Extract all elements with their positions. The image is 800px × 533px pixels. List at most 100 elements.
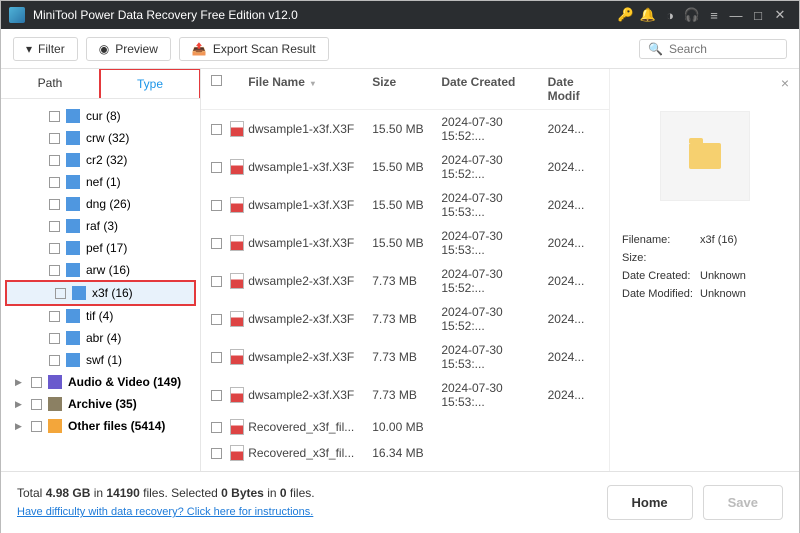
file-date-created: 2024-07-30 15:52:... <box>441 115 547 143</box>
menu-icon[interactable]: ≡ <box>703 8 725 23</box>
file-row[interactable]: dwsample2-x3f.X3F7.73 MB2024-07-30 15:53… <box>201 338 609 376</box>
key-icon[interactable]: 🔑 <box>615 7 637 23</box>
export-button[interactable]: 📤Export Scan Result <box>179 37 329 61</box>
detail-modified: Unknown <box>700 288 746 300</box>
item-checkbox[interactable] <box>49 265 60 276</box>
sidebar-item-nef[interactable]: nef (1) <box>1 171 200 193</box>
row-checkbox[interactable] <box>211 124 222 135</box>
filter-button[interactable]: ▾ Filter <box>13 37 78 61</box>
file-row[interactable]: Recovered_x3f_fil...15.50 MB <box>201 466 609 471</box>
item-checkbox[interactable] <box>49 177 60 188</box>
save-button[interactable]: Save <box>703 485 783 520</box>
row-checkbox[interactable] <box>211 314 222 325</box>
item-checkbox[interactable] <box>49 155 60 166</box>
file-size: 7.73 MB <box>372 274 441 288</box>
filter-icon: ▾ <box>26 42 32 56</box>
column-date-modified[interactable]: Date Modif <box>548 75 599 103</box>
item-checkbox[interactable] <box>49 111 60 122</box>
chevron-right-icon[interactable]: ▶ <box>15 421 25 432</box>
row-checkbox[interactable] <box>211 162 222 173</box>
headset-icon[interactable]: 🎧 <box>681 7 703 23</box>
file-row[interactable]: Recovered_x3f_fil...10.00 MB <box>201 414 609 440</box>
file-date-modified: 2024... <box>548 312 599 326</box>
sidebar-item-cur[interactable]: cur (8) <box>1 105 200 127</box>
sidebar-item-raf[interactable]: raf (3) <box>1 215 200 237</box>
file-size: 10.00 MB <box>372 420 441 434</box>
sidebar-item-x3f[interactable]: x3f (16) <box>5 280 196 306</box>
sidebar-group[interactable]: ▶Audio & Video (149) <box>1 371 200 393</box>
search-box[interactable]: 🔍 <box>639 39 787 59</box>
select-all-checkbox[interactable] <box>211 75 222 86</box>
file-row[interactable]: dwsample2-x3f.X3F7.73 MB2024-07-30 15:52… <box>201 300 609 338</box>
detail-created-label: Date Created: <box>622 270 700 282</box>
file-row[interactable]: dwsample1-x3f.X3F15.50 MB2024-07-30 15:5… <box>201 148 609 186</box>
item-checkbox[interactable] <box>49 333 60 344</box>
file-date-modified: 2024... <box>548 350 599 364</box>
item-checkbox[interactable] <box>49 355 60 366</box>
row-checkbox[interactable] <box>211 276 222 287</box>
file-row[interactable]: dwsample1-x3f.X3F15.50 MB2024-07-30 15:5… <box>201 110 609 148</box>
home-button[interactable]: Home <box>607 485 693 520</box>
file-row[interactable]: Recovered_x3f_fil...16.34 MB <box>201 440 609 466</box>
sidebar-item-abr[interactable]: abr (4) <box>1 327 200 349</box>
item-checkbox[interactable] <box>49 221 60 232</box>
file-icon <box>230 197 244 213</box>
column-name[interactable]: File Name▾ <box>248 75 372 103</box>
chevron-right-icon[interactable]: ▶ <box>15 377 25 388</box>
sort-icon: ▾ <box>311 79 315 88</box>
row-checkbox[interactable] <box>211 200 222 211</box>
sidebar-item-label: cur (8) <box>86 109 121 123</box>
sidebar-item-pef[interactable]: pef (17) <box>1 237 200 259</box>
item-checkbox[interactable] <box>55 288 66 299</box>
minimize-icon[interactable]: — <box>725 8 747 23</box>
sidebar-item-crw[interactable]: crw (32) <box>1 127 200 149</box>
row-checkbox[interactable] <box>211 448 222 459</box>
group-icon <box>48 375 62 389</box>
file-row[interactable]: dwsample2-x3f.X3F7.73 MB2024-07-30 15:52… <box>201 262 609 300</box>
file-row[interactable]: dwsample2-x3f.X3F7.73 MB2024-07-30 15:53… <box>201 376 609 414</box>
sidebar-item-label: dng (26) <box>86 197 131 211</box>
sidebar-group[interactable]: ▶Archive (35) <box>1 393 200 415</box>
tab-path[interactable]: Path <box>1 69 99 98</box>
tab-type[interactable]: Type <box>99 69 201 98</box>
group-checkbox[interactable] <box>31 399 42 410</box>
sidebar-item-cr2[interactable]: cr2 (32) <box>1 149 200 171</box>
close-details-icon[interactable]: × <box>781 75 789 91</box>
sidebar-item-label: abr (4) <box>86 331 121 345</box>
column-size[interactable]: Size <box>372 75 441 103</box>
sidebar-group[interactable]: ▶Other files (5414) <box>1 415 200 437</box>
help-link[interactable]: Have difficulty with data recovery? Clic… <box>17 506 313 518</box>
item-checkbox[interactable] <box>49 243 60 254</box>
search-input[interactable] <box>669 42 778 56</box>
column-date-created[interactable]: Date Created <box>441 75 547 103</box>
group-checkbox[interactable] <box>31 421 42 432</box>
item-checkbox[interactable] <box>49 199 60 210</box>
row-checkbox[interactable] <box>211 352 222 363</box>
maximize-icon[interactable]: □ <box>747 8 769 23</box>
file-size: 15.50 MB <box>372 122 441 136</box>
info-icon[interactable]: ◑ <box>659 8 681 23</box>
file-size: 7.73 MB <box>372 312 441 326</box>
file-icon <box>230 387 244 403</box>
sidebar-item-dng[interactable]: dng (26) <box>1 193 200 215</box>
close-icon[interactable]: ✕ <box>769 7 791 23</box>
sidebar-item-tif[interactable]: tif (4) <box>1 305 200 327</box>
filter-label: Filter <box>38 42 65 56</box>
row-checkbox[interactable] <box>211 390 222 401</box>
row-checkbox[interactable] <box>211 238 222 249</box>
item-checkbox[interactable] <box>49 133 60 144</box>
sidebar-item-label: nef (1) <box>86 175 121 189</box>
sidebar-item-arw[interactable]: arw (16) <box>1 259 200 281</box>
sidebar-item-swf[interactable]: swf (1) <box>1 349 200 371</box>
filetype-icon <box>66 153 80 167</box>
file-row[interactable]: dwsample1-x3f.X3F15.50 MB2024-07-30 15:5… <box>201 224 609 262</box>
group-checkbox[interactable] <box>31 377 42 388</box>
preview-button[interactable]: ◉Preview <box>86 37 171 61</box>
row-checkbox[interactable] <box>211 422 222 433</box>
file-row[interactable]: dwsample1-x3f.X3F15.50 MB2024-07-30 15:5… <box>201 186 609 224</box>
export-icon: 📤 <box>192 42 207 56</box>
chevron-right-icon[interactable]: ▶ <box>15 399 25 410</box>
item-checkbox[interactable] <box>49 311 60 322</box>
bell-icon[interactable]: 🔔 <box>637 7 659 23</box>
file-date-modified: 2024... <box>548 274 599 288</box>
